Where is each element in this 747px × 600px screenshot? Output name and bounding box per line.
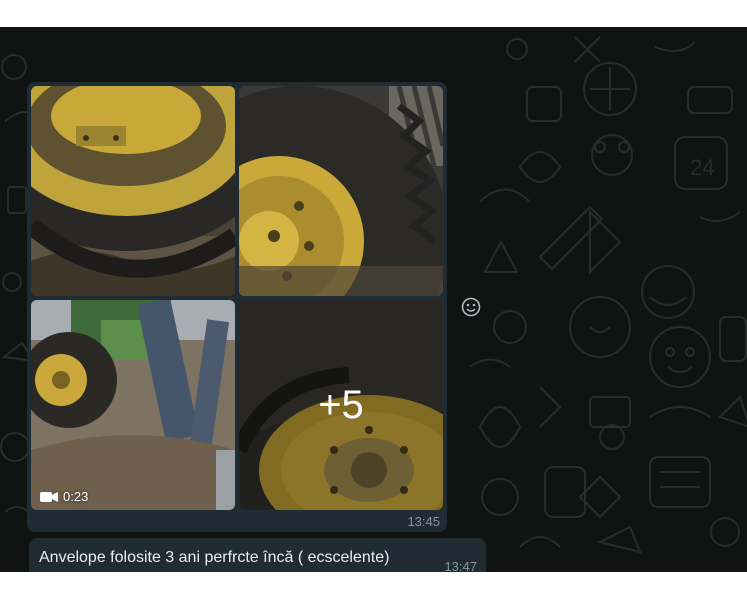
tire-photo-1 (31, 86, 235, 296)
smiley-face-icon[interactable] (461, 297, 481, 317)
message-time: 13:47 (444, 559, 477, 572)
video-thumbnail[interactable]: 0:23 (31, 300, 235, 510)
media-message-time: 13:45 (407, 514, 440, 529)
tire-photo-2 (239, 86, 443, 296)
tractor-photo (31, 300, 235, 510)
media-message-bubble: 0:23 +5 13:45 (27, 82, 447, 532)
video-duration-badge: 0:23 (40, 489, 88, 504)
more-media-tile[interactable]: +5 (239, 300, 443, 510)
text-message-bubble: Anvelope folosite 3 ani perfrcte încă ( … (29, 538, 486, 572)
doodle-calendar-label: 24 (690, 155, 714, 180)
chat-area: 24 0:23 +5 13:45 Anvelope folosite 3 ani… (0, 27, 747, 572)
more-media-count: +5 (318, 382, 364, 427)
message-text: Anvelope folosite 3 ani perfrcte încă ( … (39, 549, 390, 566)
video-duration: 0:23 (63, 489, 89, 504)
photo-thumbnail-2[interactable] (239, 86, 443, 296)
media-grid: 0:23 +5 (31, 86, 443, 510)
more-media-overlay: +5 (239, 300, 443, 510)
video-camera-icon (40, 491, 58, 502)
photo-thumbnail-1[interactable] (31, 86, 235, 296)
